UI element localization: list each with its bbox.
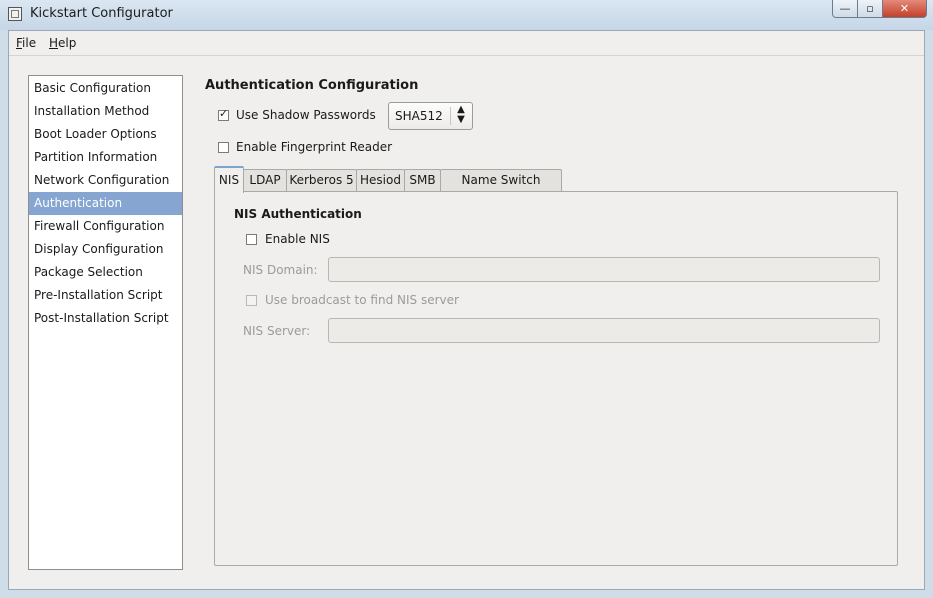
sidebar-item-basic-configuration[interactable]: Basic Configuration [29, 77, 182, 100]
window-title: Kickstart Configurator [30, 6, 173, 21]
sidebar-item-installation-method[interactable]: Installation Method [29, 100, 182, 123]
title-bar[interactable]: Kickstart Configurator — ▫ ✕ [0, 0, 933, 30]
shadow-passwords-label[interactable]: Use Shadow Passwords [236, 108, 376, 122]
minimize-button[interactable]: — [832, 0, 858, 18]
nis-server-label: NIS Server: [243, 324, 311, 338]
maximize-icon: ▫ [866, 2, 874, 15]
menu-help[interactable]: Help [49, 36, 76, 50]
menu-file[interactable]: File [16, 36, 36, 50]
sidebar-item-pre-installation-script[interactable]: Pre-Installation Script [29, 284, 182, 307]
close-icon: ✕ [899, 2, 910, 15]
tab-nis[interactable]: NIS [214, 166, 244, 193]
window-controls: — ▫ ✕ [832, 0, 927, 20]
tab-ldap[interactable]: LDAP [243, 169, 287, 192]
tab-name-switch-cache[interactable]: Name Switch Cache [440, 169, 562, 208]
tab-hesiod[interactable]: Hesiod [356, 169, 405, 192]
tab-kerberos-5[interactable]: Kerberos 5 [286, 169, 357, 192]
updown-arrows-icon: ▲ ▼ [457, 104, 465, 125]
sidebar-item-partition-information[interactable]: Partition Information [29, 146, 182, 169]
sidebar-item-package-selection[interactable]: Package Selection [29, 261, 182, 284]
sidebar-item-firewall-configuration[interactable]: Firewall Configuration [29, 215, 182, 238]
fingerprint-reader-checkbox[interactable] [218, 142, 229, 153]
sidebar-item-authentication[interactable]: Authentication [29, 192, 182, 215]
shadow-passwords-checkbox[interactable] [218, 107, 229, 121]
sidebar-item-boot-loader-options[interactable]: Boot Loader Options [29, 123, 182, 146]
nis-section-title: NIS Authentication [234, 207, 362, 221]
tab-smb[interactable]: SMB [404, 169, 441, 192]
sidebar-item-post-installation-script[interactable]: Post-Installation Script [29, 307, 182, 330]
close-button[interactable]: ✕ [883, 0, 927, 18]
category-list[interactable]: Basic Configuration Installation Method … [28, 75, 183, 570]
enable-nis-checkbox[interactable] [246, 234, 257, 245]
page-title: Authentication Configuration [205, 78, 419, 93]
nis-domain-label: NIS Domain: [243, 263, 318, 277]
nis-tab-panel: NIS Authentication Enable NIS NIS Domain… [214, 191, 898, 566]
client-area: File Help Basic Configuration Installati… [8, 30, 925, 590]
nis-server-input[interactable] [328, 318, 880, 343]
minimize-icon: — [839, 2, 851, 15]
broadcast-label: Use broadcast to find NIS server [265, 293, 459, 307]
hash-algorithm-select[interactable]: SHA512 ▲ ▼ [388, 102, 473, 130]
combo-separator [450, 107, 451, 125]
fingerprint-reader-label[interactable]: Enable Fingerprint Reader [236, 140, 392, 154]
maximize-button[interactable]: ▫ [858, 0, 883, 18]
window: Kickstart Configurator — ▫ ✕ File Help B… [0, 0, 933, 598]
enable-nis-label[interactable]: Enable NIS [265, 232, 330, 246]
app-icon [8, 7, 22, 21]
nis-domain-input[interactable] [328, 257, 880, 282]
sidebar-item-display-configuration[interactable]: Display Configuration [29, 238, 182, 261]
menu-bar: File Help [9, 31, 924, 56]
hash-algorithm-value: SHA512 [395, 109, 443, 123]
sidebar-item-network-configuration[interactable]: Network Configuration [29, 169, 182, 192]
broadcast-checkbox[interactable] [246, 295, 257, 306]
